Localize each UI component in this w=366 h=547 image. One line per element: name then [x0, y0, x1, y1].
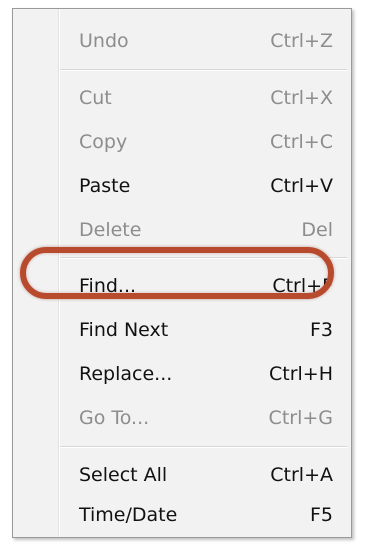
menu-item-label: Cut — [79, 87, 112, 109]
menu-item-label: Delete — [79, 219, 142, 241]
menu-item-shortcut: F5 — [309, 504, 333, 526]
menu-item-shortcut: F3 — [309, 319, 333, 341]
menu-item-shortcut: Ctrl+Z — [270, 30, 333, 52]
menu-item-delete[interactable]: Delete Del — [13, 210, 351, 250]
menu-item-select-all[interactable]: Select All Ctrl+A — [13, 455, 351, 495]
menu-separator — [60, 446, 347, 448]
menu-item-label: Undo — [79, 30, 129, 52]
menu-item-label: Select All — [79, 464, 168, 486]
menu-item-shortcut: Ctrl+A — [270, 464, 333, 486]
menu-item-time-date[interactable]: Time/Date F5 — [13, 495, 351, 535]
menu-item-go-to[interactable]: Go To... Ctrl+G — [13, 398, 351, 438]
menu-item-shortcut: Del — [301, 219, 333, 241]
menu-item-label: Time/Date — [79, 504, 178, 526]
menu-item-shortcut: Ctrl+H — [268, 363, 333, 385]
menu-item-undo[interactable]: Undo Ctrl+Z — [13, 21, 351, 61]
menu-item-paste[interactable]: Paste Ctrl+V — [13, 166, 351, 206]
menu-item-label: Go To... — [79, 407, 150, 429]
menu-item-shortcut: Ctrl+X — [270, 87, 333, 109]
menu-item-replace[interactable]: Replace... Ctrl+H — [13, 354, 351, 394]
menu-item-shortcut: Ctrl+C — [270, 131, 333, 153]
menu-item-copy[interactable]: Copy Ctrl+C — [13, 122, 351, 162]
find-highlight-ring — [20, 247, 334, 299]
menu-item-label: Replace... — [79, 363, 173, 385]
menu-separator — [60, 69, 347, 71]
menu-item-label: Find Next — [79, 319, 169, 341]
menu-item-label: Copy — [79, 131, 128, 153]
screenshot-canvas: Undo Ctrl+Z Cut Ctrl+X Copy Ctrl+C Paste… — [0, 0, 366, 547]
menu-item-find-next[interactable]: Find Next F3 — [13, 310, 351, 350]
menu-item-shortcut: Ctrl+G — [268, 407, 333, 429]
menu-item-cut[interactable]: Cut Ctrl+X — [13, 78, 351, 118]
menu-item-label: Paste — [79, 175, 131, 197]
menu-item-shortcut: Ctrl+V — [270, 175, 333, 197]
